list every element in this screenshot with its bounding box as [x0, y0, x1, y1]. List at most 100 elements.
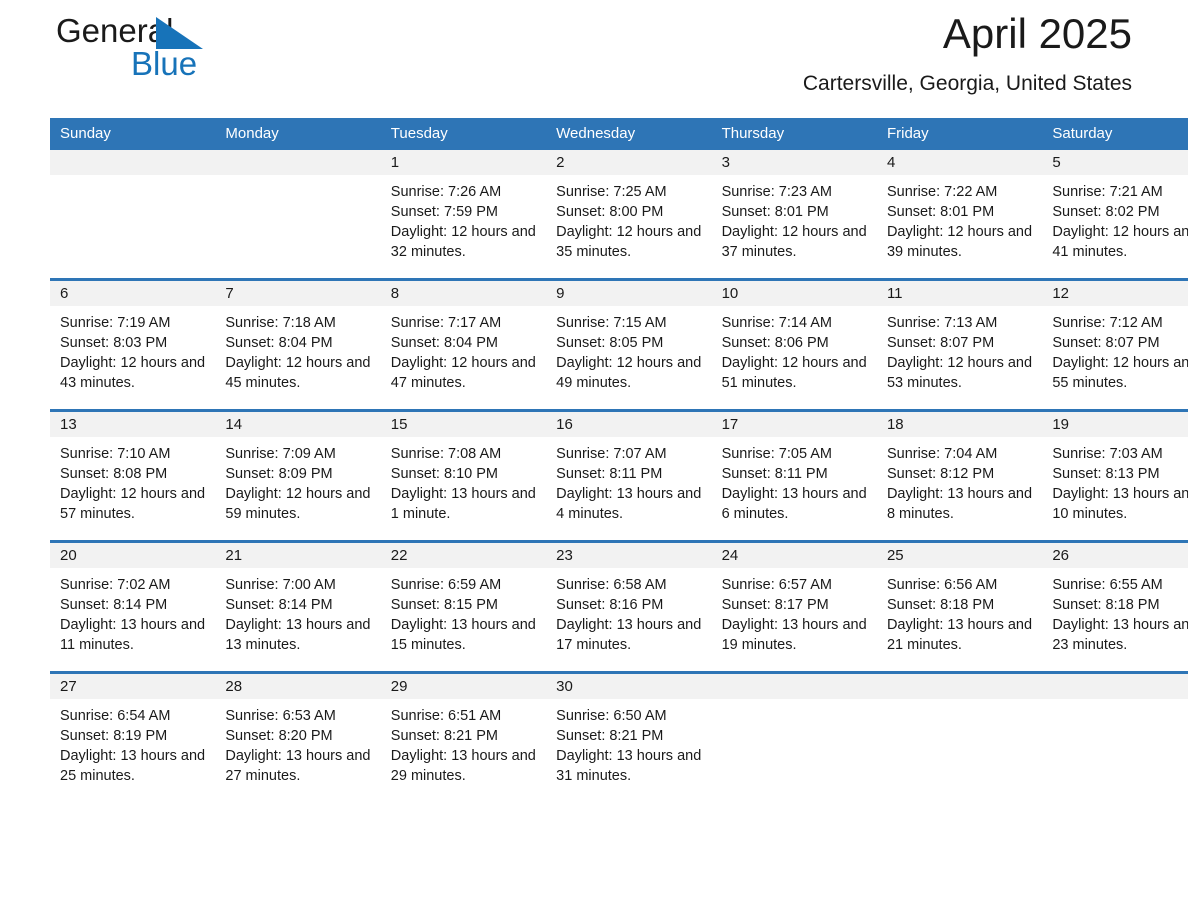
daylight-text: Daylight: 12 hours and 47 minutes.	[390, 355, 536, 391]
day-cell-inner: 27 Sunrise: 6:54 AM Sunset: 8:19 PM Dayligh…	[50, 674, 216, 802]
sunset-text: Sunset: 8:00 PM	[556, 204, 664, 220]
calendar-day-cell[interactable]: 9 Sunrise: 7:15 AM Sunset: 8:05 PM Daylight…	[546, 278, 712, 411]
calendar-day-cell[interactable]: 15 Sunrise: 7:08 AM Sunset: 8:10 PM Dayligh…	[380, 409, 547, 542]
day-cell-inner: 23 Sunrise: 6:58 AM Sunset: 8:16 PM Dayligh…	[546, 543, 712, 671]
sunrise-text: Sunrise: 6:56 AM	[886, 577, 998, 593]
day-number: 2	[546, 150, 712, 175]
calendar-empty-cell	[215, 150, 381, 280]
calendar-day-cell[interactable]: 18 Sunrise: 7:04 AM Sunset: 8:12 PM Dayligh…	[876, 409, 1043, 542]
calendar-day-cell[interactable]: 12 Sunrise: 7:12 AM Sunset: 8:07 PM Dayligh…	[1042, 278, 1188, 411]
calendar-day-cell[interactable]: 14 Sunrise: 7:09 AM Sunset: 8:09 PM Dayligh…	[215, 409, 381, 542]
sunset-text: Sunset: 7:59 PM	[390, 204, 498, 220]
day-cell-inner	[50, 150, 216, 278]
daylight-text: Daylight: 12 hours and 32 minutes.	[390, 224, 536, 260]
calendar-day-cell[interactable]: 29 Sunrise: 6:51 AM Sunset: 8:21 PM Dayligh…	[380, 671, 547, 802]
calendar-day-cell[interactable]: 28 Sunrise: 6:53 AM Sunset: 8:20 PM Dayligh…	[215, 671, 381, 802]
calendar-day-cell[interactable]: 25 Sunrise: 6:56 AM Sunset: 8:18 PM Dayligh…	[876, 540, 1043, 673]
day-number: 20	[50, 543, 216, 568]
calendar-day-cell[interactable]: 27 Sunrise: 6:54 AM Sunset: 8:19 PM Dayligh…	[50, 671, 216, 802]
calendar-week-row: 6 Sunrise: 7:19 AM Sunset: 8:03 PM Daylight…	[50, 278, 1188, 411]
day-number: 30	[546, 674, 712, 699]
daylight-text: Daylight: 13 hours and 23 minutes.	[1052, 617, 1188, 653]
day-details: Sunrise: 6:59 AM Sunset: 8:15 PM Daylight:…	[381, 568, 546, 655]
calendar-day-cell[interactable]: 2 Sunrise: 7:25 AM Sunset: 8:00 PM Daylight…	[546, 150, 712, 280]
sunset-text: Sunset: 8:07 PM	[1052, 335, 1160, 351]
calendar-day-cell[interactable]: 7 Sunrise: 7:18 AM Sunset: 8:04 PM Daylight…	[215, 278, 381, 411]
calendar-empty-cell	[876, 671, 1043, 802]
calendar-day-cell[interactable]: 21 Sunrise: 7:00 AM Sunset: 8:14 PM Dayligh…	[215, 540, 381, 673]
sunrise-text: Sunrise: 7:09 AM	[225, 446, 336, 462]
calendar-day-cell[interactable]: 26 Sunrise: 6:55 AM Sunset: 8:18 PM Dayligh…	[1042, 540, 1188, 673]
day-details: Sunrise: 7:25 AM Sunset: 8:00 PM Daylight:…	[546, 175, 711, 262]
sunrise-text: Sunrise: 7:03 AM	[1052, 446, 1163, 462]
day-cell-inner: 10 Sunrise: 7:14 AM Sunset: 8:06 PM Dayligh…	[711, 281, 877, 409]
day-number: 16	[546, 412, 712, 437]
calendar-day-cell[interactable]: 3 Sunrise: 7:23 AM Sunset: 8:01 PM Daylight…	[711, 150, 877, 280]
daylight-text: Daylight: 12 hours and 37 minutes.	[721, 224, 867, 260]
sunrise-text: Sunrise: 7:23 AM	[721, 184, 832, 200]
day-number: 13	[50, 412, 216, 437]
day-cell-inner: 25 Sunrise: 6:56 AM Sunset: 8:18 PM Dayligh…	[876, 543, 1043, 671]
day-details: Sunrise: 7:21 AM Sunset: 8:02 PM Daylight:…	[1042, 175, 1188, 262]
daylight-text: Daylight: 12 hours and 59 minutes.	[225, 486, 371, 522]
sunset-text: Sunset: 8:01 PM	[721, 204, 829, 220]
calendar-day-cell[interactable]: 5 Sunrise: 7:21 AM Sunset: 8:02 PM Daylight…	[1042, 150, 1188, 280]
day-number	[711, 674, 877, 699]
weekday-header-sunday: Sunday	[50, 118, 216, 150]
sunrise-text: Sunrise: 6:53 AM	[225, 708, 336, 724]
weekday-header-thursday: Thursday	[711, 118, 877, 150]
day-number: 4	[876, 150, 1043, 175]
day-cell-inner: 15 Sunrise: 7:08 AM Sunset: 8:10 PM Dayligh…	[380, 412, 547, 540]
page-title: April 2025	[942, 10, 1132, 57]
calendar-day-cell[interactable]: 10 Sunrise: 7:14 AM Sunset: 8:06 PM Dayligh…	[711, 278, 877, 411]
day-cell-inner: 5 Sunrise: 7:21 AM Sunset: 8:02 PM Daylight…	[1042, 150, 1188, 278]
day-cell-inner: 14 Sunrise: 7:09 AM Sunset: 8:09 PM Dayligh…	[215, 412, 381, 540]
day-details: Sunrise: 6:57 AM Sunset: 8:17 PM Daylight:…	[712, 568, 877, 655]
weekday-header-monday: Monday	[215, 118, 381, 150]
day-number: 6	[50, 281, 216, 306]
calendar-empty-cell	[50, 150, 216, 280]
day-cell-inner: 28 Sunrise: 6:53 AM Sunset: 8:20 PM Dayligh…	[215, 674, 381, 802]
calendar-day-cell[interactable]: 20 Sunrise: 7:02 AM Sunset: 8:14 PM Dayligh…	[50, 540, 216, 673]
calendar-day-cell[interactable]: 13 Sunrise: 7:10 AM Sunset: 8:08 PM Dayligh…	[50, 409, 216, 542]
sunset-text: Sunset: 8:08 PM	[60, 466, 168, 482]
day-cell-inner: 7 Sunrise: 7:18 AM Sunset: 8:04 PM Daylight…	[215, 281, 381, 409]
calendar-day-cell[interactable]: 16 Sunrise: 7:07 AM Sunset: 8:11 PM Dayligh…	[546, 409, 712, 542]
day-number: 27	[50, 674, 216, 699]
day-details: Sunrise: 7:05 AM Sunset: 8:11 PM Daylight:…	[712, 437, 877, 524]
sunset-text: Sunset: 8:15 PM	[390, 597, 498, 613]
day-number: 15	[380, 412, 547, 437]
calendar-day-cell[interactable]: 6 Sunrise: 7:19 AM Sunset: 8:03 PM Daylight…	[50, 278, 216, 411]
daylight-text: Daylight: 13 hours and 31 minutes.	[556, 748, 702, 784]
day-details: Sunrise: 7:02 AM Sunset: 8:14 PM Daylight:…	[50, 568, 215, 655]
day-number: 18	[876, 412, 1043, 437]
sunrise-text: Sunrise: 6:50 AM	[556, 708, 667, 724]
calendar-day-cell[interactable]: 23 Sunrise: 6:58 AM Sunset: 8:16 PM Dayligh…	[546, 540, 712, 673]
sunrise-text: Sunrise: 7:13 AM	[886, 315, 998, 331]
day-cell-inner: 9 Sunrise: 7:15 AM Sunset: 8:05 PM Daylight…	[546, 281, 712, 409]
calendar-day-cell[interactable]: 4 Sunrise: 7:22 AM Sunset: 8:01 PM Daylight…	[876, 150, 1043, 280]
sunrise-text: Sunrise: 6:51 AM	[390, 708, 502, 724]
daylight-text: Daylight: 13 hours and 29 minutes.	[390, 748, 536, 784]
sunset-text: Sunset: 8:07 PM	[886, 335, 995, 351]
calendar-day-cell[interactable]: 19 Sunrise: 7:03 AM Sunset: 8:13 PM Dayligh…	[1042, 409, 1188, 542]
day-number: 5	[1042, 150, 1188, 175]
day-number	[1042, 674, 1188, 699]
calendar-day-cell[interactable]: 8 Sunrise: 7:17 AM Sunset: 8:04 PM Daylight…	[380, 278, 547, 411]
sunset-text: Sunset: 8:18 PM	[1052, 597, 1160, 613]
sunrise-text: Sunrise: 7:18 AM	[225, 315, 336, 331]
calendar-week-row: 27 Sunrise: 6:54 AM Sunset: 8:19 PM Dayligh…	[50, 671, 1188, 802]
calendar-day-cell[interactable]: 24 Sunrise: 6:57 AM Sunset: 8:17 PM Dayligh…	[711, 540, 877, 673]
day-number: 19	[1042, 412, 1188, 437]
daylight-text: Daylight: 13 hours and 17 minutes.	[556, 617, 702, 653]
calendar-day-cell[interactable]: 11 Sunrise: 7:13 AM Sunset: 8:07 PM Dayligh…	[876, 278, 1043, 411]
calendar-day-cell[interactable]: 1 Sunrise: 7:26 AM Sunset: 7:59 PM Daylight…	[380, 150, 547, 280]
calendar-day-cell[interactable]: 17 Sunrise: 7:05 AM Sunset: 8:11 PM Dayligh…	[711, 409, 877, 542]
day-details: Sunrise: 7:17 AM Sunset: 8:04 PM Daylight:…	[381, 306, 546, 393]
calendar-day-cell[interactable]: 30 Sunrise: 6:50 AM Sunset: 8:21 PM Dayligh…	[546, 671, 712, 802]
sunset-text: Sunset: 8:06 PM	[721, 335, 829, 351]
day-cell-inner: 18 Sunrise: 7:04 AM Sunset: 8:12 PM Dayligh…	[876, 412, 1043, 540]
calendar-day-cell[interactable]: 22 Sunrise: 6:59 AM Sunset: 8:15 PM Dayligh…	[380, 540, 547, 673]
sunset-text: Sunset: 8:13 PM	[1052, 466, 1160, 482]
day-number: 11	[876, 281, 1043, 306]
